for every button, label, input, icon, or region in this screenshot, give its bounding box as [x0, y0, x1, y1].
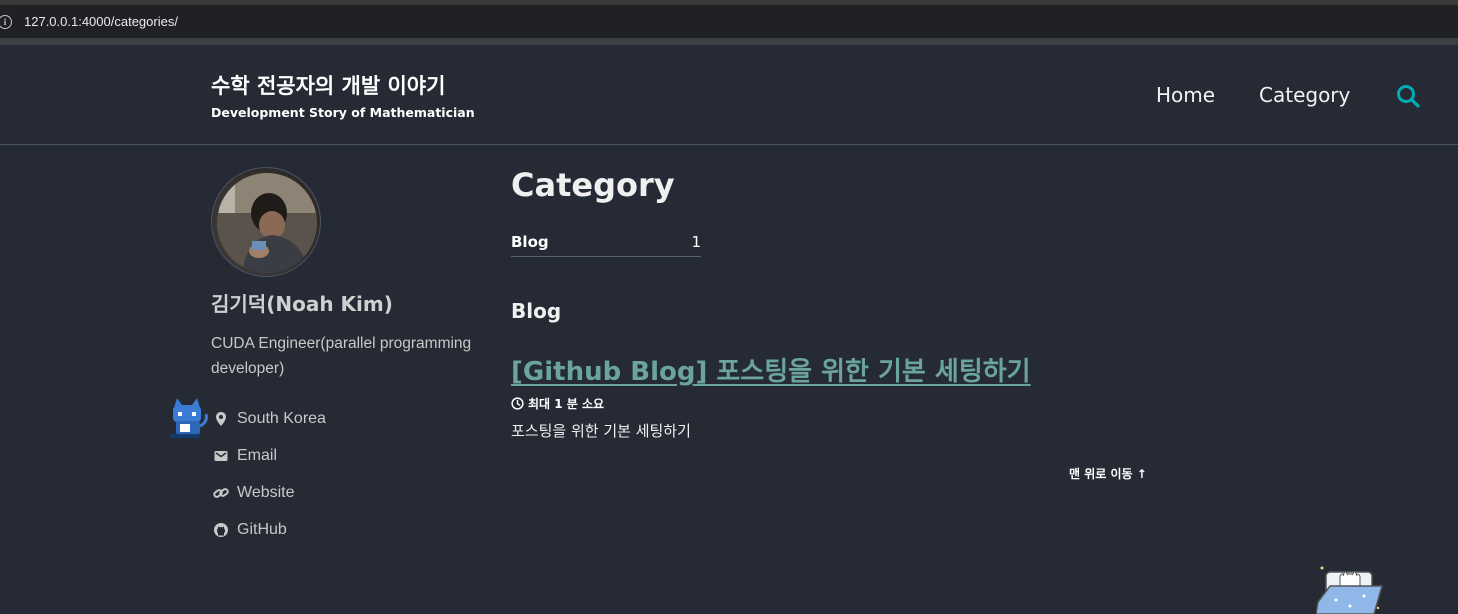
author-links: South Korea Email Website GitHub: [213, 400, 326, 548]
author-name: 김기덕(Noah Kim): [211, 292, 393, 316]
author-link-label: Email: [237, 446, 278, 464]
page-title: Category: [511, 166, 675, 204]
author-link-label: South Korea: [237, 409, 326, 427]
sleeping-cat-mascot-icon: [1316, 566, 1383, 614]
link-icon: [213, 487, 229, 498]
url-text[interactable]: 127.0.0.1:4000/categories/: [24, 14, 178, 29]
envelope-icon: [214, 450, 228, 461]
masthead: 수학 전공자의 개발 이야기 Development Story of Math…: [0, 45, 1458, 145]
post-title-link[interactable]: [Github Blog] 포스팅을 위한 기본 세팅하기: [511, 351, 1031, 388]
nav-home-link[interactable]: Home: [1156, 83, 1215, 107]
location-pin-icon: [216, 411, 226, 426]
author-link-label: Website: [237, 483, 295, 501]
search-button[interactable]: [1395, 83, 1421, 109]
avatar: [211, 167, 321, 277]
taxonomy-name: Blog: [511, 233, 549, 251]
author-link-website[interactable]: Website: [213, 474, 326, 511]
cat-mascot-icon: [170, 398, 208, 438]
author-link-email[interactable]: Email: [213, 437, 326, 474]
author-link-label: GitHub: [237, 520, 287, 538]
taxonomy-index-item[interactable]: Blog 1: [511, 228, 701, 257]
post-excerpt: 포스팅을 위한 기본 세팅하기: [511, 422, 691, 440]
back-to-top-link[interactable]: 맨 위로 이동 ↑: [1069, 465, 1147, 482]
github-icon: [214, 522, 228, 537]
avatar-photo: [217, 173, 317, 273]
section-heading: Blog: [511, 299, 562, 323]
author-link-location[interactable]: South Korea: [213, 400, 326, 437]
author-link-github[interactable]: GitHub: [213, 511, 326, 548]
site-title[interactable]: 수학 전공자의 개발 이야기: [211, 70, 445, 100]
browser-separator: [0, 38, 1458, 45]
clock-icon: [511, 397, 524, 410]
author-bio: CUDA Engineer(parallel programming devel…: [211, 335, 472, 377]
site-info-icon[interactable]: i: [0, 14, 12, 29]
nav-category-link[interactable]: Category: [1259, 83, 1350, 107]
search-icon: [1397, 85, 1420, 108]
post-meta: 최대 1 분 소요: [511, 395, 604, 412]
read-time: 최대 1 분 소요: [528, 397, 605, 411]
address-bar[interactable]: i 127.0.0.1:4000/categories/: [0, 5, 1458, 38]
taxonomy-count: 1: [691, 233, 701, 251]
site-subtitle: Development Story of Mathematician: [211, 105, 475, 120]
